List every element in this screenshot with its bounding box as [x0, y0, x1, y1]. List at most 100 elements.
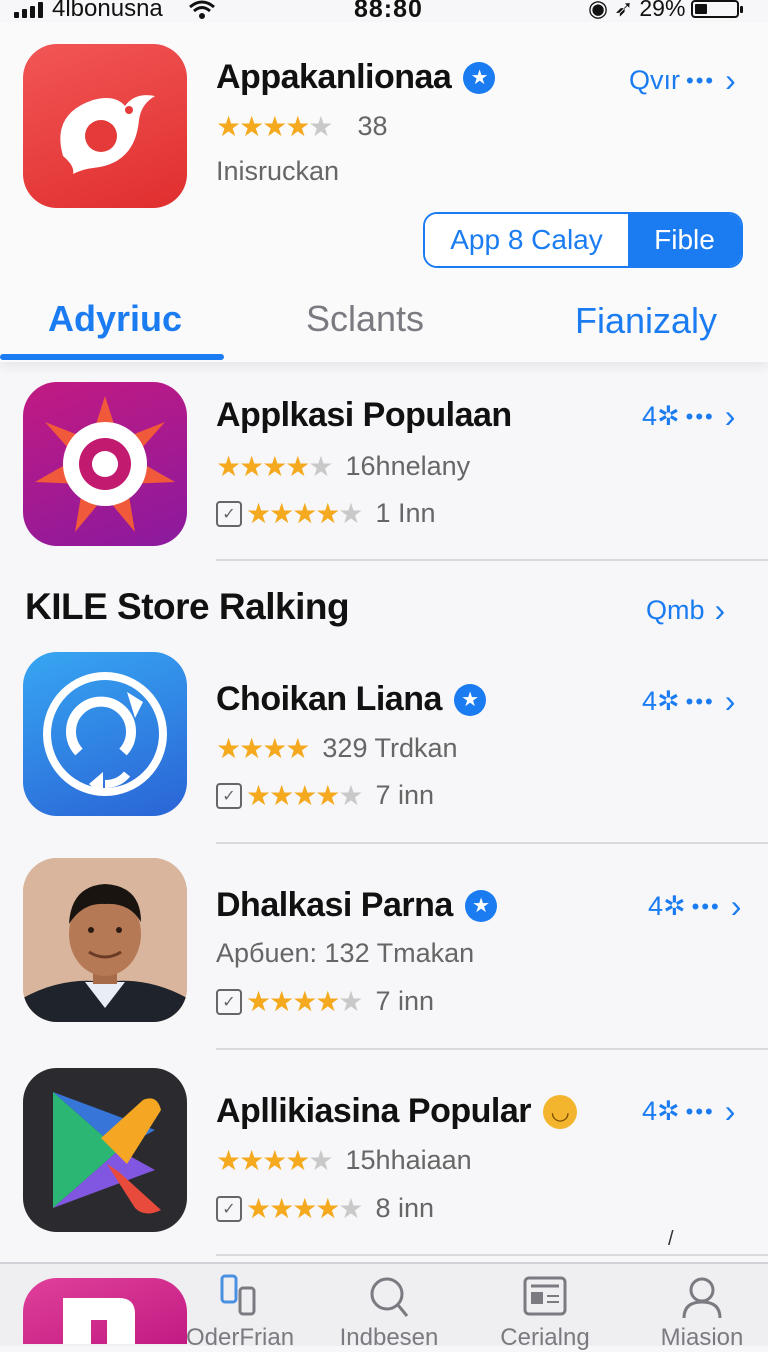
chevron-right-icon: › — [725, 62, 736, 98]
tab-bar-label: OderFrian — [186, 1324, 295, 1351]
chevron-right-icon: › — [724, 683, 736, 719]
popular-size-row: ✓ ★★★★★ 1 Inn — [216, 497, 436, 530]
tab-bar-label: Indbesen — [339, 1324, 439, 1351]
ranking-item-1-title[interactable]: Dhalkasi Parna ★ — [216, 886, 497, 925]
search-icon — [370, 1277, 409, 1317]
ranking-item-1-name: Dhalkasi Parna — [216, 886, 453, 924]
tab-bar-item-1[interactable]: Indbesen — [336, 1274, 442, 1351]
divider — [216, 1254, 768, 1256]
star-rating-icon: ★★★★★ — [246, 1193, 364, 1224]
divider — [216, 842, 768, 844]
tab-0[interactable]: Adyriuc — [48, 298, 182, 340]
checkbox-icon: ✓ — [216, 500, 242, 527]
wifi-icon — [189, 0, 215, 19]
phone-swap-icon — [220, 1274, 256, 1316]
tab-bar-item-3[interactable]: Miasion — [650, 1274, 754, 1351]
star-rating-icon: ★★★★ — [216, 733, 310, 764]
size-text: 1 Inn — [375, 498, 436, 528]
popular-rating-row: ★★★★★ 16hnelany — [216, 450, 470, 483]
ranking-item-0-rating-row: ★★★★ 329 Trdkan — [216, 732, 458, 765]
rating-text: Apбuen: 132 Tmakan — [216, 938, 475, 968]
popular-more-link[interactable]: 4✲ ••• › — [642, 398, 735, 435]
tab-bar-item-0[interactable]: OderFrian — [186, 1274, 294, 1351]
featured-category: Inisruckan — [216, 156, 340, 186]
ranking-item-0-title[interactable]: Choikan Liana ★ — [216, 680, 486, 719]
size-text: 8 inn — [375, 1193, 435, 1223]
status-bar: 4lbonusna 88:80 ◉ ➶ 29% — [0, 0, 768, 23]
verified-badge-icon: ★ — [463, 61, 496, 94]
featured-rating-row: ★★★★★ 38 — [216, 110, 388, 143]
segmented-control: App 8 Calay Fible — [423, 212, 743, 268]
dots-icon: ••• — [685, 688, 715, 714]
more-label: Qvır — [629, 65, 680, 95]
verified-badge-icon: ★ — [453, 683, 486, 716]
sync-arrows-icon[interactable] — [23, 652, 187, 816]
chevron-right-icon: › — [724, 1093, 736, 1129]
edit-icon: / — [668, 1228, 674, 1250]
ranking-item-0-more[interactable]: 4✲ ••• › — [642, 683, 735, 720]
ranking-item-2-name: Apllikiasina Popular — [216, 1092, 531, 1130]
ranking-item-0-name: Choikan Liana — [216, 680, 442, 718]
rating-text: 329 Trdkan — [322, 733, 458, 763]
location-icon: ➶ — [614, 0, 634, 21]
rating-text: 15hhaiaan — [345, 1145, 472, 1175]
divider — [216, 1048, 768, 1050]
dots-icon: ••• — [691, 893, 721, 919]
bird-logo-icon[interactable] — [23, 44, 187, 208]
featured-app-name: Appakanlionaa — [216, 58, 452, 96]
ranking-item-2-title[interactable]: Apllikiasina Popular ◡ — [216, 1092, 577, 1131]
status-right: ◉ ➶ 29% — [588, 0, 744, 22]
more-label: 4✲ — [642, 401, 680, 431]
person-photo-icon[interactable] — [23, 858, 187, 1022]
ranking-item-2-more[interactable]: 4✲ ••• › — [642, 1093, 735, 1130]
checkbox-icon: ✓ — [216, 1195, 242, 1222]
divider — [216, 559, 768, 561]
signal-icon — [14, 2, 43, 18]
smile-emoji-icon: ◡ — [542, 1094, 577, 1129]
ranking-item-1-more[interactable]: 4✲ ••• › — [648, 888, 741, 925]
star-rating-icon: ★★★★★ — [216, 1145, 334, 1176]
featured-app-title[interactable]: Appakanlionaa ★ — [216, 58, 496, 97]
star-rating-icon: ★★★★★ — [246, 498, 364, 529]
more-label: 4✲ — [642, 686, 680, 716]
play-triangle-icon[interactable] — [23, 1068, 187, 1232]
more-label: 4✲ — [648, 891, 686, 921]
size-text: 7 inn — [375, 780, 435, 810]
clock: 88:80 — [354, 0, 423, 23]
segment-left[interactable]: App 8 Calay — [425, 214, 628, 266]
news-icon — [523, 1276, 567, 1316]
tab-bar-item-2[interactable]: Cerialng — [490, 1274, 600, 1351]
tab-2[interactable]: Fianizaly — [575, 300, 717, 342]
partial-app-icon[interactable] — [23, 1278, 187, 1344]
rotation-lock-icon: ◉ — [588, 0, 609, 21]
chevron-right-icon: › — [724, 398, 736, 434]
chevron-right-icon: › — [714, 592, 726, 628]
ranking-item-0-size-row: ✓ ★★★★★ 7 inn — [216, 779, 434, 812]
size-text: 7 inn — [375, 986, 435, 1016]
checkbox-icon: ✓ — [216, 782, 242, 809]
dots-icon: ••• — [686, 67, 716, 93]
tab-bar-label: Miasion — [660, 1324, 744, 1351]
ranking-item-1-rating-row: Apбuen: 132 Tmakan — [216, 938, 474, 969]
ranking-item-2-rating-row: ★★★★★ 15hhaiaan — [216, 1144, 472, 1177]
star-rating-icon: ★★★★★ — [216, 111, 334, 142]
active-tab-indicator — [0, 354, 224, 360]
chevron-right-icon: › — [730, 888, 742, 924]
target-star-icon[interactable] — [23, 382, 187, 546]
verified-badge-icon: ★ — [464, 889, 497, 922]
popular-app-name[interactable]: Applkasi Populaan — [216, 396, 512, 435]
rating-text: 16hnelany — [345, 451, 471, 481]
checkbox-icon: ✓ — [216, 988, 242, 1015]
section-more-link[interactable]: Qmb › — [646, 592, 725, 629]
ranking-item-2-size-row: ✓ ★★★★★ 8 inn — [216, 1192, 434, 1225]
more-label: Qmb — [646, 595, 705, 625]
tab-1[interactable]: Sclants — [306, 298, 424, 340]
rating-count: 38 — [357, 111, 388, 141]
person-icon — [682, 1277, 722, 1319]
dots-icon: ••• — [685, 1098, 715, 1124]
tab-bar-label: Cerialng — [500, 1324, 590, 1351]
battery-icon — [691, 0, 744, 18]
segment-right[interactable]: Fible — [628, 214, 741, 266]
carrier-name: 4lbonusna — [52, 0, 163, 22]
featured-more-link[interactable]: Qvır ••• › — [629, 62, 736, 99]
